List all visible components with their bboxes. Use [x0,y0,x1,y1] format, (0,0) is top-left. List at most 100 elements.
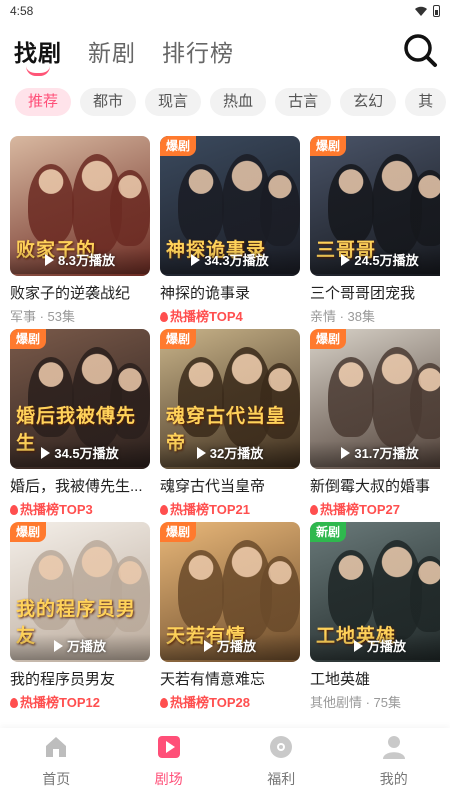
poster-figure [410,363,440,439]
play-icon [203,640,213,652]
play-count: 32万播放 [160,441,300,467]
drama-card[interactable]: 婚后我被傅先生爆剧34.5万播放婚后，我被傅先生... 热播榜TOP3 [10,329,150,518]
bottom-nav-home[interactable]: 首页 [16,734,96,800]
drama-badge: 爆剧 [160,136,197,156]
drama-badge: 爆剧 [10,522,47,542]
genre-episodes: 军事 · 53集 [10,306,150,325]
poster-figure [110,170,150,246]
drama-title[interactable]: 三个哥哥团宠我 [310,282,440,303]
category-chip[interactable]: 推荐 [15,88,72,116]
drama-title[interactable]: 新倒霉大叔的婚事 [310,475,440,496]
bottom-nav-home-label: 首页 [42,771,71,787]
flame-icon [10,505,18,515]
drama-card[interactable]: 爆剧 31.7万播放新倒霉大叔的婚事 热播榜TOP27 [310,329,440,518]
poster-figure [178,164,224,244]
poster-figure [410,556,440,632]
drama-poster[interactable]: 爆剧 31.7万播放 [310,329,440,469]
top-nav: 找剧 新剧 排行榜 [0,24,450,84]
category-chip[interactable]: 其 [405,88,447,116]
bottom-nav-profile-label: 我的 [379,771,408,787]
drama-card[interactable]: 工地英雄新剧万播放工地英雄其他剧情 · 75集 [310,522,440,711]
drama-title[interactable]: 工地英雄 [310,668,440,689]
category-chip[interactable]: 都市 [80,88,137,116]
poster-figure [260,556,300,632]
flame-icon [160,698,168,708]
play-count: 万播放 [160,634,300,660]
bottom-nav-theater[interactable]: 剧场 [129,734,209,800]
poster-figure [328,550,374,630]
ranking-label: 热播榜TOP28 [160,692,300,711]
play-count: 31.7万播放 [310,441,440,467]
drama-poster[interactable]: 婚后我被傅先生爆剧34.5万播放 [10,329,150,469]
category-chips: 推荐 都市 现言 热血 古言 玄幻其 [0,88,450,120]
play-count: 24.5万播放 [310,248,440,274]
drama-title[interactable]: 神探的诡事录 [160,282,300,303]
poster-figure [328,164,374,244]
play-count-text: 万播放 [66,639,106,654]
drama-poster[interactable]: 魂穿古代当皇帝爆剧32万播放 [160,329,300,469]
category-chip[interactable]: 现言 [145,88,202,116]
play-count-text: 32万播放 [209,446,264,461]
bottom-nav-welfare-label: 福利 [267,771,296,787]
play-count: 34.3万播放 [160,248,300,274]
drama-card[interactable]: 败家子的8.3万播放败家子的逆袭战纪军事 · 53集 [10,136,150,325]
ranking-label: 热播榜TOP12 [10,692,150,711]
wifi-icon [415,6,427,16]
drama-title[interactable]: 婚后，我被傅先生... [10,475,150,496]
category-chip[interactable]: 热血 [210,88,267,116]
play-count-text: 34.3万播放 [204,253,269,268]
drama-card[interactable]: 我的程序员男友爆剧万播放我的程序员男友热播榜TOP12 [10,522,150,711]
drama-title[interactable]: 天若有情意难忘 [160,668,300,689]
ranking-label: 热播榜TOP4 [160,306,300,325]
drama-badge: 爆剧 [310,136,347,156]
drama-poster[interactable]: 天若有情爆剧万播放 [160,522,300,662]
battery-icon [433,5,440,17]
drama-poster[interactable]: 神探诡事录爆剧34.3万播放 [160,136,300,276]
play-icon [44,254,54,266]
play-count-text: 31.7万播放 [354,446,419,461]
drama-card[interactable]: 三哥哥爆剧24.5万播放三个哥哥团宠我亲情 · 38集 [310,136,440,325]
drama-poster[interactable]: 工地英雄新剧万播放 [310,522,440,662]
flame-icon [160,505,168,515]
drama-meta-text: 其他剧情 · 75集 [310,695,402,710]
bottom-nav-welfare[interactable]: 福利 [241,734,321,800]
tab-new-drama[interactable]: 新剧 [88,34,136,68]
poster-figure [28,164,74,244]
play-icon [341,447,351,459]
flame-icon [160,312,168,322]
drama-title[interactable]: 我的程序员男友 [10,668,150,689]
poster-figure [410,170,440,246]
drama-poster[interactable]: 我的程序员男友爆剧万播放 [10,522,150,662]
drama-card[interactable]: 天若有情爆剧万播放天若有情意难忘热播榜TOP28 [160,522,300,711]
category-chip[interactable]: 玄幻 [340,88,397,116]
drama-title[interactable]: 败家子的逆袭战纪 [10,282,150,303]
play-count-text: 24.5万播放 [354,253,419,268]
drama-badge: 爆剧 [310,329,347,349]
status-time: 4:58 [10,4,34,18]
search-icon[interactable] [402,32,438,68]
drama-badge: 爆剧 [10,329,47,349]
profile-icon [382,736,405,759]
bottom-nav-profile[interactable]: 我的 [354,734,434,800]
drama-poster[interactable]: 败家子的8.3万播放 [10,136,150,276]
drama-meta-text: 热播榜TOP21 [170,502,250,517]
play-count-text: 8.3万播放 [57,253,116,268]
home-icon [46,737,67,757]
play-icon [196,447,206,459]
tab-find-drama[interactable]: 找剧 [14,34,62,68]
drama-poster[interactable]: 三哥哥爆剧24.5万播放 [310,136,440,276]
drama-title[interactable]: 魂穿古代当皇帝 [160,475,300,496]
drama-card[interactable]: 神探诡事录爆剧34.3万播放神探的诡事录热播榜TOP4 [160,136,300,325]
welfare-disc-icon [270,736,293,758]
drama-meta-text: 军事 · 53集 [10,309,76,324]
theater-play-icon [157,736,180,758]
drama-meta-text: 热播榜TOP4 [170,309,243,324]
ranking-label: 热播榜TOP21 [160,499,300,518]
drama-card[interactable]: 魂穿古代当皇帝爆剧32万播放魂穿古代当皇帝热播榜TOP21 [160,329,300,518]
drama-meta-text: 热播榜TOP28 [170,695,250,710]
tab-ranking[interactable]: 排行榜 [162,34,234,68]
ranking-label: 热播榜TOP3 [10,499,150,518]
ranking-label: 热播榜TOP27 [310,499,440,518]
drama-meta-text: 亲情 · 38集 [310,309,376,324]
category-chip[interactable]: 古言 [275,88,332,116]
